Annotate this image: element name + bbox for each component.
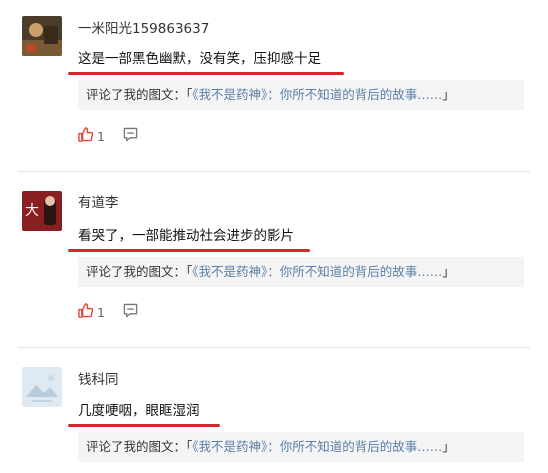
like-count: 1 (97, 128, 105, 144)
comment-text: 这是一部黑色幽默，没有笑，压抑感十足 (78, 51, 321, 67)
comment-actions: 1 (78, 127, 138, 145)
divider (18, 347, 530, 348)
user-avatar[interactable]: 大 (22, 191, 62, 231)
highlight-underline (68, 72, 344, 75)
quoted-article-link[interactable]: 评论了我的图文：「《我不是药神》：你所不知道的背后的故事……」 (78, 257, 524, 287)
comment-actions: 1 (78, 303, 138, 321)
user-avatar[interactable] (22, 16, 62, 56)
like-count: 1 (97, 304, 105, 320)
default-avatar-icon (22, 367, 62, 407)
highlight-underline (68, 424, 220, 427)
username[interactable]: 一米阳光159863637 (78, 17, 209, 37)
svg-text:大: 大 (25, 203, 39, 219)
comment-text: 几度哽咽，眼眶湿润 (78, 403, 200, 419)
quoted-article-link[interactable]: 评论了我的图文：「《我不是药神》：你所不知道的背后的故事……」 (78, 432, 524, 462)
highlight-underline (68, 249, 310, 252)
reply-icon[interactable] (123, 303, 138, 321)
article-title[interactable]: 《我不是药神》：你所不知道的背后的故事…… (192, 264, 442, 279)
comment-text: 看哭了，一部能推动社会进步的影片 (78, 228, 294, 244)
divider (18, 171, 530, 172)
thumbs-up-icon[interactable] (78, 127, 94, 145)
photo-avatar-icon (22, 16, 62, 56)
article-title[interactable]: 《我不是药神》：你所不知道的背后的故事…… (192, 439, 442, 454)
user-avatar[interactable] (22, 367, 62, 407)
username[interactable]: 钱科同 (78, 368, 119, 388)
quoted-article-link[interactable]: 评论了我的图文：「《我不是药神》：你所不知道的背后的故事……」 (78, 80, 524, 110)
article-title[interactable]: 《我不是药神》：你所不知道的背后的故事…… (192, 87, 442, 102)
poster-avatar-icon: 大 (22, 191, 62, 231)
username[interactable]: 有道李 (78, 191, 119, 211)
thumbs-up-icon[interactable] (78, 303, 94, 321)
reply-icon[interactable] (123, 127, 138, 145)
